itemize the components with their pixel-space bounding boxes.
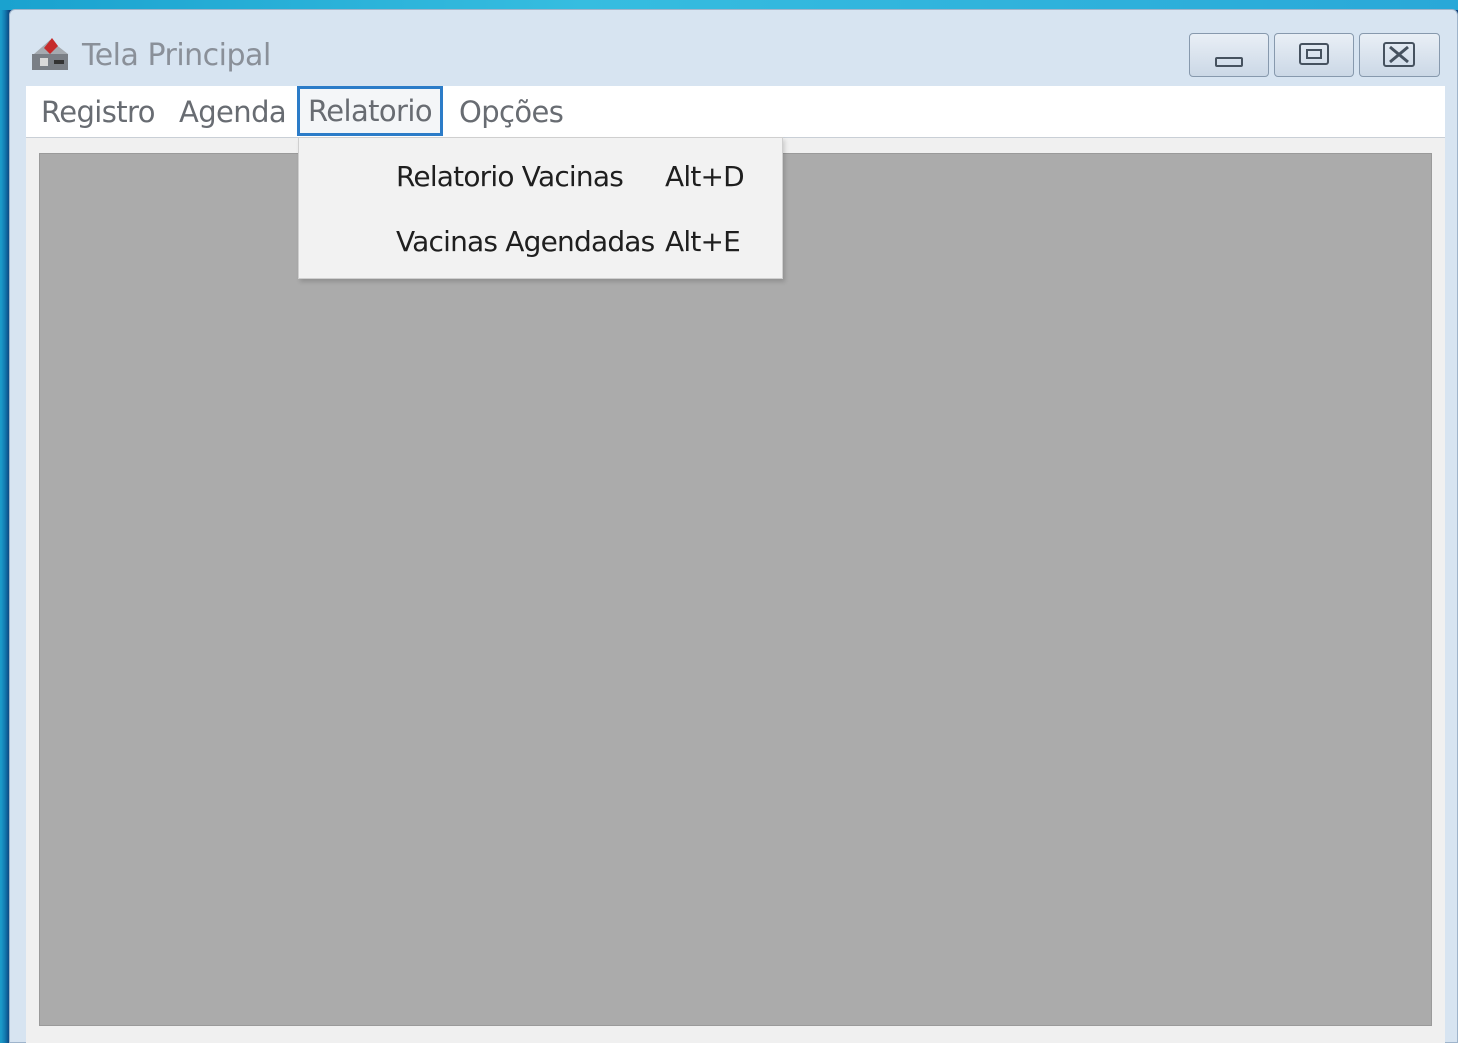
window-title: Tela Principal [82,38,271,73]
maximize-button[interactable] [1274,33,1354,77]
title-bar[interactable]: Tela Principal [10,10,1457,86]
menu-item-label: Vacinas Agendadas [396,225,655,258]
app-icon [30,34,72,74]
menu-item-accelerator: Alt+D [665,160,745,193]
close-button[interactable] [1359,33,1440,77]
menu-item-accelerator: Alt+E [665,225,741,258]
relatorio-dropdown-menu: Relatorio Vacinas Alt+D Vacinas Agendada… [298,137,783,279]
close-icon [1383,42,1415,67]
minimize-icon [1215,57,1243,67]
main-window: Tela Principal Registro Agenda Relatorio… [9,9,1458,1043]
menu-relatorio[interactable]: Relatorio [297,86,443,136]
menu-item-vacinas-agendadas[interactable]: Vacinas Agendadas Alt+E [299,213,782,275]
menu-registro[interactable]: Registro [41,86,155,138]
desktop-pane [39,153,1432,1026]
menu-item-relatorio-vacinas[interactable]: Relatorio Vacinas Alt+D [299,148,782,210]
menu-item-label: Relatorio Vacinas [396,160,624,193]
maximize-icon [1299,43,1329,65]
menu-opcoes[interactable]: Opções [459,86,564,138]
menu-agenda[interactable]: Agenda [179,86,287,138]
menu-bar: Registro Agenda Relatorio Opções [26,86,1445,138]
minimize-button[interactable] [1189,33,1269,77]
